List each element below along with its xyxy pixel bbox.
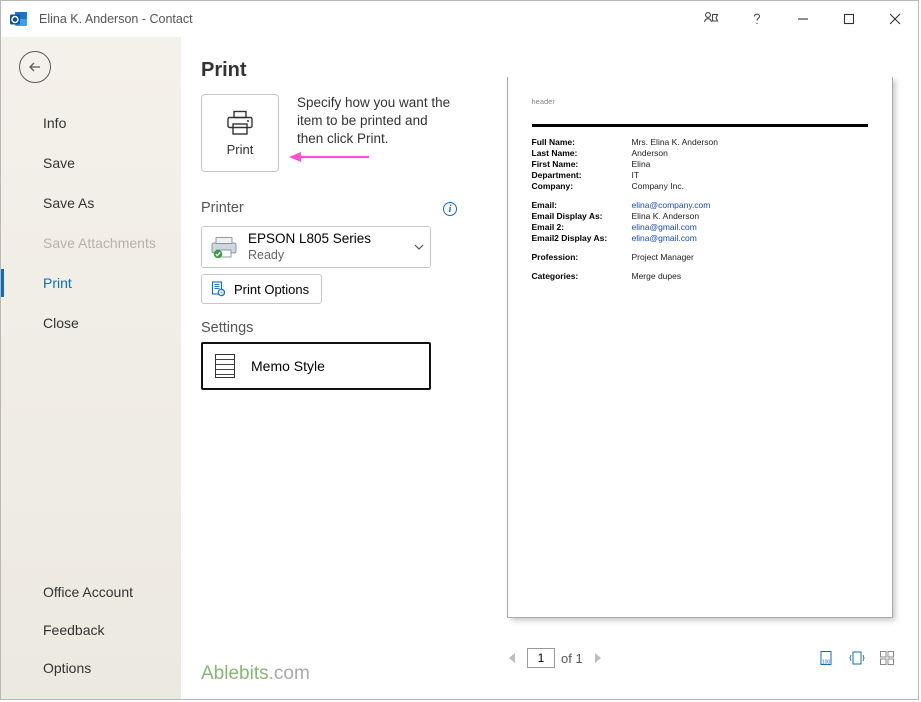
preview-field-label: Email Display As: <box>532 211 632 222</box>
preview-field-value: Anderson <box>632 148 718 159</box>
printer-icon <box>225 110 255 136</box>
printer-status: Ready <box>248 248 371 263</box>
multiple-pages-icon[interactable] <box>878 649 896 667</box>
window-title: Elina K. Anderson - Contact <box>39 12 193 26</box>
preview-field-label: Full Name: <box>532 137 632 148</box>
back-button[interactable] <box>19 51 51 83</box>
memo-style-icon <box>215 354 235 378</box>
one-page-icon[interactable] <box>848 649 866 667</box>
backstage-sidebar: InfoSaveSave AsSave AttachmentsPrintClos… <box>1 37 181 699</box>
print-options-icon <box>210 281 226 297</box>
watermark: Ablebits.com <box>201 663 310 685</box>
prev-page-button[interactable] <box>503 652 521 664</box>
print-style-label: Memo Style <box>251 358 325 374</box>
preview-field-label: Email 2: <box>532 222 632 233</box>
sidebar-item-save[interactable]: Save <box>1 143 181 183</box>
main-area: Print Print Specify how you want the ite… <box>181 37 918 699</box>
preview-field-value: Mrs. Elina K. Anderson <box>632 137 718 148</box>
page-title: Print <box>201 59 457 82</box>
help-button[interactable] <box>734 1 780 37</box>
printer-select[interactable]: EPSON L805 Series Ready <box>201 226 431 268</box>
info-icon[interactable]: i <box>443 202 457 216</box>
sidebar-item-save-attachments: Save Attachments <box>1 223 181 263</box>
print-panel: Print Print Specify how you want the ite… <box>181 37 481 699</box>
preview-header: header <box>532 97 868 106</box>
printer-section-label: Printer <box>201 200 244 216</box>
preview-field-value: elina@company.com <box>632 200 711 211</box>
preview-field-label: First Name: <box>532 159 632 170</box>
next-page-button[interactable] <box>589 652 607 664</box>
printer-device-icon <box>210 236 238 258</box>
preview-field-label: Profession: <box>532 252 632 263</box>
annotation-arrow-icon <box>289 150 369 164</box>
sidebar-item-feedback[interactable]: Feedback <box>1 611 181 649</box>
close-button[interactable] <box>872 1 918 37</box>
print-options-button[interactable]: Print Options <box>201 274 322 304</box>
print-button[interactable]: Print <box>201 94 279 172</box>
preview-field-label: Company: <box>532 181 632 192</box>
preview-field-value: Elina K. Anderson <box>632 211 711 222</box>
print-options-label: Print Options <box>234 282 309 297</box>
print-description: Specify how you want the item to be prin… <box>297 94 457 149</box>
outlook-icon <box>9 9 29 29</box>
preview-field-value: IT <box>632 170 718 181</box>
coming-soon-icon[interactable] <box>688 1 734 37</box>
actual-size-icon[interactable]: 100 <box>818 649 836 667</box>
print-button-label: Print <box>227 142 254 157</box>
sidebar-item-print[interactable]: Print <box>1 263 181 303</box>
preview-field-label: Last Name: <box>532 148 632 159</box>
sidebar-item-save-as[interactable]: Save As <box>1 183 181 223</box>
preview-field-value: elina@gmail.com <box>632 222 711 233</box>
preview-field-value: elina@gmail.com <box>632 233 711 244</box>
preview-field-value: Project Manager <box>632 252 694 263</box>
sidebar-item-options[interactable]: Options <box>1 649 181 687</box>
page-number-input[interactable] <box>527 648 555 668</box>
preview-page: header Full Name:Mrs. Elina K. AndersonL… <box>508 77 892 617</box>
printer-name: EPSON L805 Series <box>248 231 371 247</box>
sidebar-item-info[interactable]: Info <box>1 103 181 143</box>
print-preview-pane: header Full Name:Mrs. Elina K. AndersonL… <box>481 37 918 699</box>
preview-field-label: Email2 Display As: <box>532 233 632 244</box>
minimize-button[interactable] <box>780 1 826 37</box>
preview-field-label: Department: <box>532 170 632 181</box>
print-style-select[interactable]: Memo Style <box>201 342 431 390</box>
preview-field-value: Company Inc. <box>632 181 718 192</box>
chevron-down-icon <box>414 242 424 252</box>
page-total-label: of 1 <box>561 651 583 666</box>
preview-field-value: Elina <box>632 159 718 170</box>
preview-field-label: Categories: <box>532 271 632 282</box>
sidebar-item-office-account[interactable]: Office Account <box>1 573 181 611</box>
preview-field-label: Email: <box>532 200 632 211</box>
maximize-button[interactable] <box>826 1 872 37</box>
svg-text:100: 100 <box>822 660 831 666</box>
sidebar-item-close[interactable]: Close <box>1 303 181 343</box>
titlebar: Elina K. Anderson - Contact <box>1 1 918 37</box>
preview-field-value: Merge dupes <box>632 271 682 282</box>
settings-section-label: Settings <box>201 320 457 336</box>
